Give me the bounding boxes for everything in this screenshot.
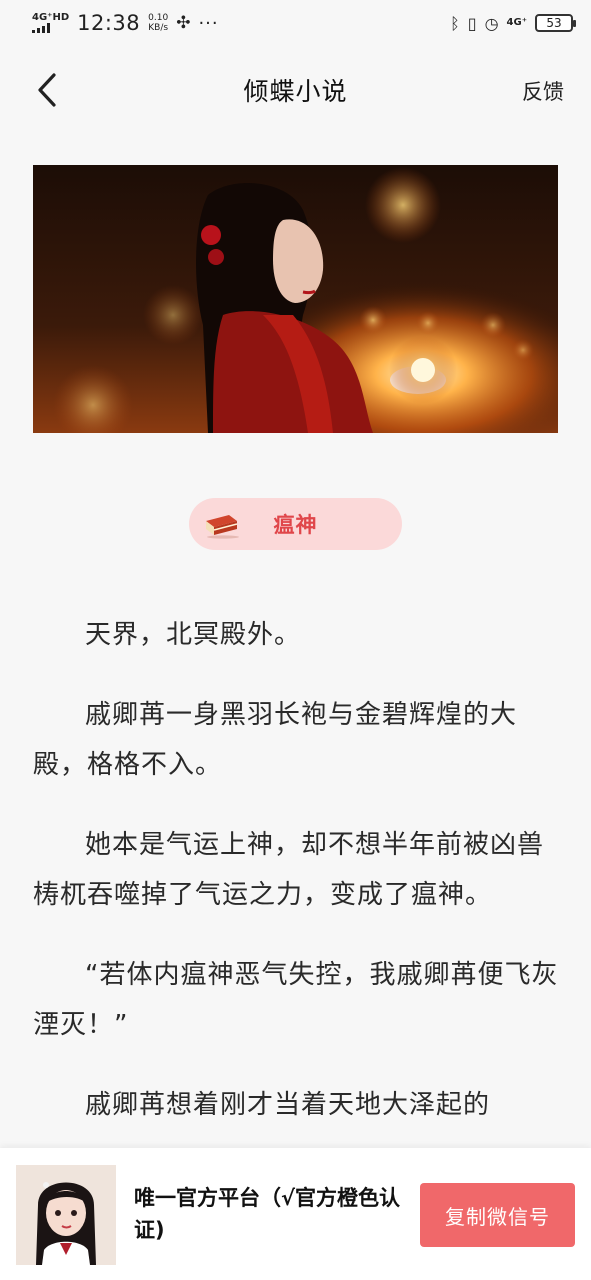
network-type-label: 4G⁺HD (32, 12, 70, 23)
book-title-tag[interactable]: 瘟神 (189, 498, 402, 550)
battery-level: 53 (546, 16, 562, 30)
feedback-button[interactable]: 反馈 (522, 76, 564, 106)
paragraph: 她本是气运上神，却不想半年前被凶兽梼杌吞噬掉了气运之力，变成了瘟神。 (33, 830, 545, 910)
banner-image (33, 165, 558, 433)
network-speed: 0.10 KB/s (148, 13, 168, 33)
network-type-right: 4G⁺ (506, 17, 527, 28)
more-notifications: ··· (198, 12, 219, 34)
back-arrow-icon (38, 73, 56, 107)
promo-bar: 唯一官方平台（√官方橙色认证) 复制微信号 (0, 1148, 591, 1280)
vibrate-icon: ▯ (467, 13, 477, 33)
paragraph: 天界，北冥殿外。 (85, 620, 302, 650)
page-title: 倾蝶小说 (243, 77, 348, 106)
status-left: 4G⁺HD 12:38 0.10 KB/s ✣ ··· (32, 11, 219, 35)
network-speed-unit: KB/s (148, 23, 169, 33)
paragraph: 戚卿苒一身黑羽长袍与金碧辉煌的大殿，格格不入。 (33, 700, 518, 780)
network-speed-value: 0.10 (148, 13, 169, 23)
book-title: 瘟神 (273, 513, 318, 537)
nav-bar: 倾蝶小说 反馈 (0, 46, 591, 134)
bluetooth-icon: ᛒ (450, 13, 460, 33)
signal-bars-icon (32, 23, 50, 33)
alarm-icon: ◷ (484, 13, 499, 33)
status-right: ᛒ ▯ ◷ 4G⁺ 53 (450, 13, 576, 33)
paragraph: 戚卿苒想着刚才当着天地大泽起的 (85, 1090, 491, 1120)
avatar (16, 1165, 116, 1265)
battery-icon: 53 (535, 14, 576, 32)
clock: 12:38 (77, 11, 141, 35)
signal-indicator: 4G⁺HD (32, 13, 69, 33)
status-bar: 4G⁺HD 12:38 0.10 KB/s ✣ ··· ᛒ ▯ ◷ 4G⁺ 53 (0, 0, 591, 46)
paragraph: “若体内瘟神恶气失控，我戚卿苒便飞灰湮灭！” (33, 960, 559, 1040)
fan-icon: ✣ (176, 13, 191, 33)
promo-text: 唯一官方平台（√官方橙色认证) (134, 1186, 401, 1242)
back-button[interactable] (30, 70, 64, 110)
copy-wechat-button[interactable]: 复制微信号 (420, 1183, 575, 1247)
chapter-content: 天界，北冥殿外。 戚卿苒一身黑羽长袍与金碧辉煌的大殿，格格不入。 她本是气运上神… (33, 610, 563, 1160)
